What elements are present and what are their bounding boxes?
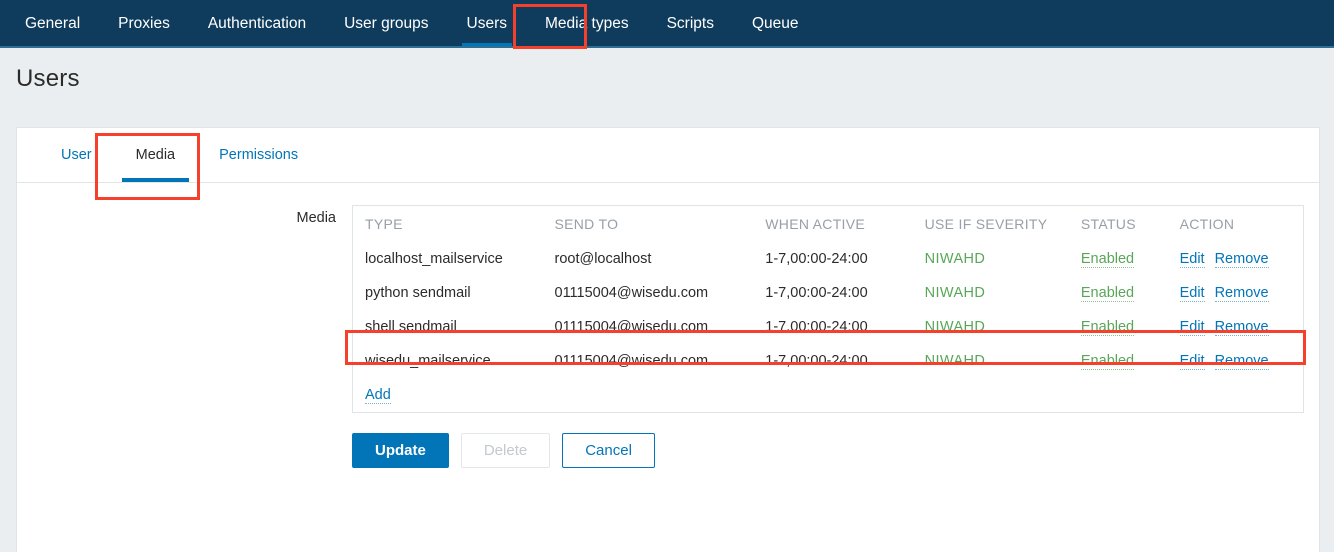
- media-table: TYPE SEND TO WHEN ACTIVE USE IF SEVERITY STA…: [353, 206, 1303, 412]
- topnav-item-scripts[interactable]: Scripts: [648, 0, 733, 48]
- table-row: localhost_mailservice root@localhost 1-7,0…: [353, 242, 1303, 276]
- page-header: Users: [0, 48, 1334, 110]
- media-table-header-action: ACTION: [1179, 216, 1235, 232]
- edit-link[interactable]: Edit: [1179, 251, 1205, 268]
- topnav-item-queue[interactable]: Queue: [733, 0, 818, 48]
- remove-link[interactable]: Remove: [1214, 251, 1269, 268]
- media-action-cell: Edit Remove: [1179, 310, 1303, 344]
- media-send-to-cell: root@localhost: [554, 251, 652, 267]
- media-when-active-cell: 1-7,00:00-24:00: [765, 251, 868, 267]
- media-severity-cell: NIWAHD: [925, 242, 1081, 276]
- edit-link[interactable]: Edit: [1179, 285, 1205, 302]
- edit-link[interactable]: Edit: [1179, 353, 1205, 370]
- top-navigation-bar: General Proxies Authentication User groups U…: [0, 0, 1334, 48]
- table-row: shell sendmail 01115004@wisedu.com 1-7,00:…: [353, 310, 1303, 344]
- status-toggle-link[interactable]: Enabled: [1080, 251, 1135, 268]
- media-type-cell: python sendmail: [365, 285, 471, 301]
- severity-badge: NIWAHD: [924, 353, 986, 369]
- media-add-row: Add: [353, 378, 1303, 412]
- content-panel: User Media Permissions Media TYPE SEND TO WH…: [16, 127, 1320, 552]
- media-table-header-send-to: SEND TO: [554, 216, 619, 232]
- topnav-item-user-groups[interactable]: User groups: [325, 0, 447, 48]
- update-button[interactable]: Update: [352, 433, 449, 468]
- media-type-cell: wisedu_mailservice: [365, 353, 491, 369]
- media-severity-cell: NIWAHD: [925, 310, 1081, 344]
- tab-user[interactable]: User: [39, 128, 114, 182]
- media-type-cell: shell sendmail: [365, 319, 457, 335]
- remove-link[interactable]: Remove: [1214, 285, 1269, 302]
- cancel-button[interactable]: Cancel: [562, 433, 655, 468]
- form-tab-items: User Media Permissions: [39, 128, 320, 182]
- status-toggle-link[interactable]: Enabled: [1080, 285, 1135, 302]
- media-table-header-type: TYPE: [365, 216, 403, 232]
- severity-badge: NIWAHD: [924, 285, 986, 301]
- remove-link[interactable]: Remove: [1214, 319, 1269, 336]
- media-when-active-cell: 1-7,00:00-24:00: [765, 319, 868, 335]
- media-action-cell: Edit Remove: [1179, 344, 1303, 378]
- media-action-cell: Edit Remove: [1179, 276, 1303, 310]
- table-row: python sendmail 01115004@wisedu.com 1-7,00…: [353, 276, 1303, 310]
- status-toggle-link[interactable]: Enabled: [1080, 353, 1135, 370]
- media-severity-cell: NIWAHD: [925, 344, 1081, 378]
- topnav-item-media-types[interactable]: Media types: [526, 0, 648, 48]
- form-tab-bar: User Media Permissions: [17, 128, 1319, 183]
- media-when-active-cell: 1-7,00:00-24:00: [765, 285, 868, 301]
- media-form-body: Media TYPE SEND TO WHEN ACTIVE USE IF SEVER…: [17, 183, 1319, 468]
- media-form-row: Media TYPE SEND TO WHEN ACTIVE USE IF SEVER…: [17, 205, 1319, 468]
- media-send-to-cell: 01115004@wisedu.com: [554, 285, 709, 301]
- tab-media[interactable]: Media: [114, 128, 198, 182]
- topnav-item-general[interactable]: General: [6, 0, 99, 48]
- tab-permissions[interactable]: Permissions: [197, 128, 320, 182]
- media-status-cell: Enabled: [1080, 344, 1180, 378]
- media-status-cell: Enabled: [1080, 276, 1180, 310]
- media-table-body: localhost_mailservice root@localhost 1-7,0…: [353, 242, 1303, 412]
- media-severity-cell: NIWAHD: [925, 276, 1081, 310]
- remove-link[interactable]: Remove: [1214, 353, 1269, 370]
- media-send-to-cell: 01115004@wisedu.com: [554, 319, 709, 335]
- edit-link[interactable]: Edit: [1179, 319, 1205, 336]
- media-field-label: Media: [296, 210, 337, 226]
- media-table-header-use-if-severity: USE IF SEVERITY: [924, 216, 1048, 232]
- top-navigation-divider: [0, 46, 1334, 48]
- media-table-header-row: TYPE SEND TO WHEN ACTIVE USE IF SEVERITY STA…: [353, 206, 1303, 242]
- topnav-item-authentication[interactable]: Authentication: [189, 0, 325, 48]
- top-navigation-items: General Proxies Authentication User groups U…: [6, 0, 818, 48]
- severity-badge: NIWAHD: [924, 319, 986, 335]
- media-send-to-cell: 01115004@wisedu.com: [554, 353, 709, 369]
- media-table-head: TYPE SEND TO WHEN ACTIVE USE IF SEVERITY STA…: [353, 206, 1303, 242]
- topnav-item-proxies[interactable]: Proxies: [99, 0, 189, 48]
- page-title: Users: [16, 65, 80, 92]
- topnav-item-users[interactable]: Users: [448, 0, 526, 48]
- table-row: wisedu_mailservice 01115004@wisedu.com 1-7…: [353, 344, 1303, 378]
- media-field: TYPE SEND TO WHEN ACTIVE USE IF SEVERITY STA…: [352, 205, 1319, 468]
- add-media-link[interactable]: Add: [365, 387, 391, 404]
- media-table-header-status: STATUS: [1080, 216, 1136, 232]
- delete-button: Delete: [460, 433, 551, 468]
- media-table-container: TYPE SEND TO WHEN ACTIVE USE IF SEVERITY STA…: [352, 205, 1304, 413]
- form-button-row: Update Delete Cancel: [352, 433, 1319, 468]
- media-status-cell: Enabled: [1080, 310, 1180, 344]
- media-add-cell: Add: [353, 378, 1303, 412]
- status-toggle-link[interactable]: Enabled: [1080, 319, 1135, 336]
- media-type-cell: localhost_mailservice: [365, 251, 503, 267]
- media-when-active-cell: 1-7,00:00-24:00: [765, 353, 868, 369]
- media-table-header-when-active: WHEN ACTIVE: [765, 216, 866, 232]
- media-action-cell: Edit Remove: [1179, 242, 1303, 276]
- severity-badge: NIWAHD: [924, 251, 986, 267]
- media-status-cell: Enabled: [1080, 242, 1180, 276]
